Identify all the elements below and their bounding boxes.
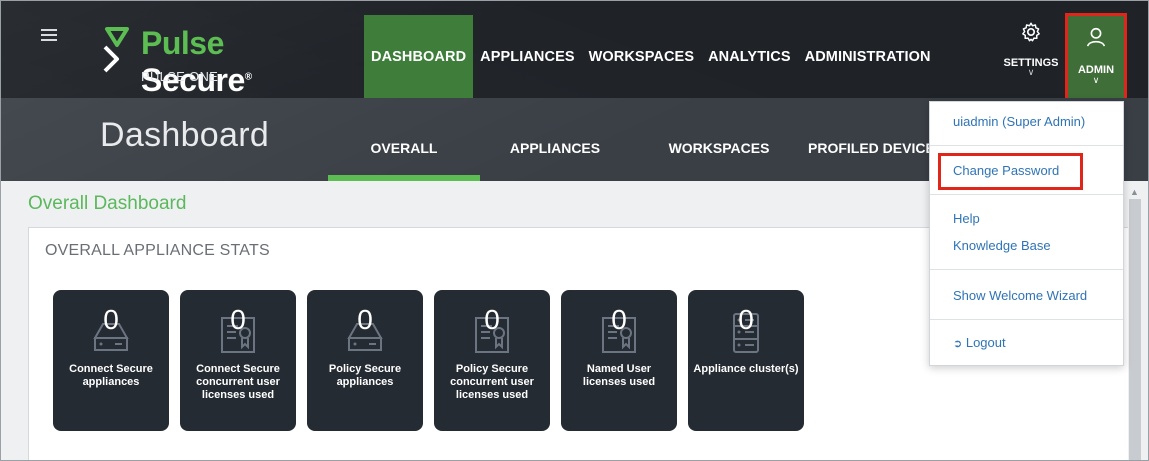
stat-value: 0 [738,304,754,335]
page-title: Dashboard [100,116,270,154]
stat-label: Policy Secure concurrent user licenses u… [450,363,534,401]
admin-menu-button[interactable]: ADMIN ∨ [1065,13,1127,103]
nav-dashboard[interactable]: DASHBOARD [364,15,474,98]
stat-cards: 0 Connect Secure appliances 0 Connect Se… [53,290,815,431]
logout-label: Logout [965,335,1006,350]
menu-divider [930,319,1123,320]
gear-icon [1022,22,1040,42]
menu-item-knowledge-base[interactable]: Knowledge Base [953,238,1051,253]
nav-administration[interactable]: ADMINISTRATION [798,15,938,98]
menu-item-help[interactable]: Help [953,211,980,226]
menu-divider [930,194,1123,195]
admin-dropdown-menu: uiadmin (Super Admin) Change Password He… [929,101,1124,366]
main-nav: DASHBOARD APPLIANCES WORKSPACES ANALYTIC… [364,15,938,98]
menu-item-welcome-wizard[interactable]: Show Welcome Wizard [953,288,1087,303]
scroll-up-arrow-icon[interactable]: ▲ [1130,187,1139,197]
panel-title: OVERALL APPLIANCE STATS [45,242,270,259]
section-title: Overall Dashboard [28,193,187,214]
stat-label: Policy Secure appliances [328,363,402,388]
stat-value: 0 [611,304,627,335]
stat-label: Appliance cluster(s) [693,363,799,375]
scrollbar-thumb[interactable] [1129,199,1141,460]
stat-card-connect-secure-appliances[interactable]: 0 Connect Secure appliances [53,290,169,431]
brand-name: Pulse Secure® [141,25,252,98]
dashboard-tabs: OVERALL APPLIANCES WORKSPACES PROFILED D… [328,98,948,181]
pulse-secure-logo-icon [103,27,129,73]
user-icon [1086,27,1106,47]
menu-divider [930,269,1123,270]
nav-appliances[interactable]: APPLIANCES [473,15,581,98]
tab-profiled-devices[interactable]: PROFILED DEVICES [808,98,948,181]
settings-menu-button[interactable]: SETTINGS ∨ [1001,17,1061,87]
stat-card-policy-secure-licenses[interactable]: 0 Policy Secure concurrent user licenses… [434,290,550,431]
chevron-down-icon: ∨ [1092,75,1100,85]
nav-workspaces[interactable]: WORKSPACES [582,15,701,98]
stat-card-policy-secure-appliances[interactable]: 0 Policy Secure appliances [307,290,423,431]
tab-appliances[interactable]: APPLIANCES [480,98,630,181]
hamburger-menu-icon[interactable] [41,29,57,44]
menu-divider [930,145,1123,146]
stat-label: Named User licenses used [582,363,656,388]
tab-workspaces[interactable]: WORKSPACES [630,98,808,181]
nav-analytics[interactable]: ANALYTICS [701,15,798,98]
stat-card-named-user-licenses[interactable]: 0 Named User licenses used [561,290,677,431]
stat-label: Connect Secure appliances [69,363,153,388]
product-name: PULSE ONE [141,69,219,84]
vertical-scrollbar[interactable]: ▲ [1128,181,1142,460]
stat-card-appliance-clusters[interactable]: 0 Appliance cluster(s) [688,290,804,431]
stat-label: Connect Secure concurrent user licenses … [196,363,280,401]
top-navbar: Pulse Secure® PULSE ONE DASHBOARD APPLIA… [1,1,1148,103]
logout-icon: ➲ [953,338,963,350]
stat-value: 0 [230,304,246,335]
menu-item-change-password[interactable]: Change Password [953,163,1059,178]
stat-value: 0 [357,304,373,335]
app-window: Pulse Secure® PULSE ONE DASHBOARD APPLIA… [0,0,1149,461]
stat-value: 0 [484,304,500,335]
menu-item-logout[interactable]: ➲ Logout [953,335,1006,350]
tab-overall[interactable]: OVERALL [328,98,480,181]
brand-logo[interactable]: Pulse Secure® PULSE ONE [101,25,341,98]
stat-card-connect-secure-licenses[interactable]: 0 Connect Secure concurrent user license… [180,290,296,431]
menu-item-user[interactable]: uiadmin (Super Admin) [953,114,1085,129]
stat-value: 0 [103,304,119,335]
